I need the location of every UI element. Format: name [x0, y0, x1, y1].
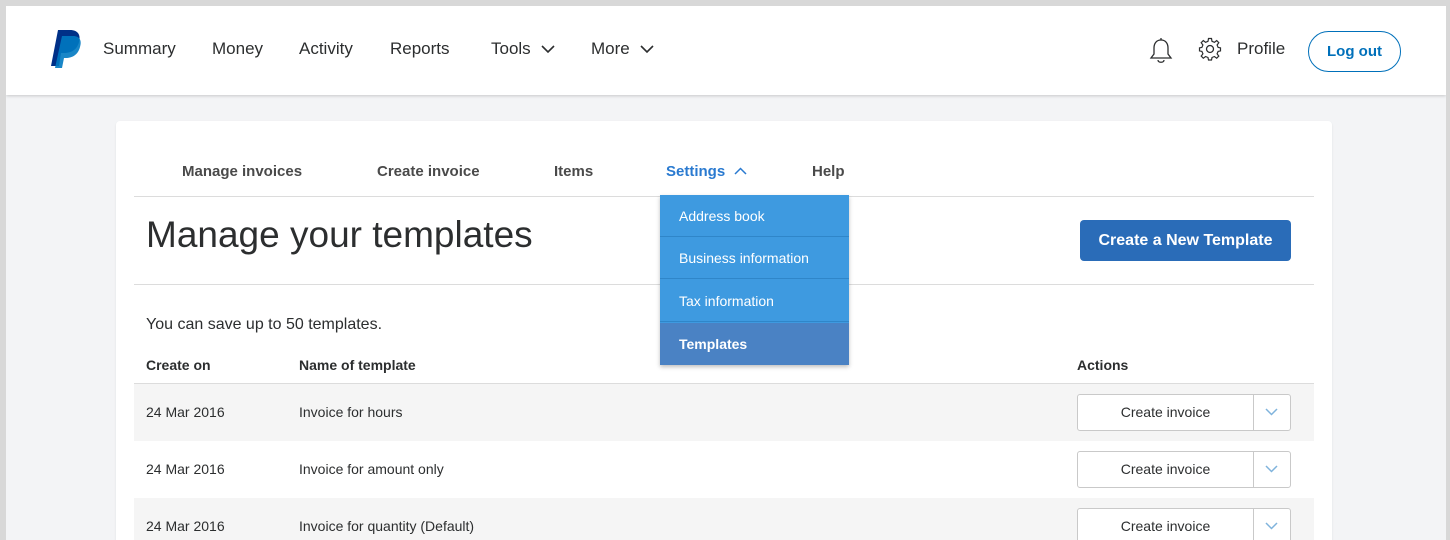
create-invoice-button[interactable]: Create invoice — [1078, 452, 1254, 487]
nav-tools-label: Tools — [491, 39, 531, 58]
header-template-name: Name of template — [299, 357, 416, 373]
settings-dropdown-menu: Address book Business information Tax in… — [660, 195, 849, 365]
chevron-down-icon — [1265, 465, 1278, 473]
table-row: 24 Mar 2016 Invoice for amount only Crea… — [134, 441, 1314, 498]
table-row: 24 Mar 2016 Invoice for hours Create inv… — [134, 384, 1314, 441]
header-actions: Actions — [1077, 357, 1129, 373]
tab-create-invoice[interactable]: Create invoice — [377, 163, 480, 180]
chevron-down-icon — [640, 45, 655, 54]
nav-reports[interactable]: Reports — [390, 39, 450, 59]
row-template-name: Invoice for quantity (Default) — [299, 518, 475, 534]
logout-button[interactable]: Log out — [1308, 31, 1401, 72]
chevron-up-icon — [734, 167, 747, 175]
gear-icon[interactable] — [1198, 37, 1222, 61]
row-date: 24 Mar 2016 — [146, 461, 225, 477]
nav-more[interactable]: More — [591, 39, 655, 59]
profile-link[interactable]: Profile — [1237, 39, 1285, 59]
row-date: 24 Mar 2016 — [146, 404, 225, 420]
row-date: 24 Mar 2016 — [146, 518, 225, 534]
paypal-logo-icon[interactable] — [48, 28, 82, 68]
app-window: Summary Money Activity Reports Tools Mor… — [6, 6, 1446, 540]
nav-summary[interactable]: Summary — [103, 39, 176, 59]
chevron-down-icon — [1265, 522, 1278, 530]
actions-dropdown-toggle[interactable] — [1254, 452, 1290, 487]
chevron-down-icon — [1265, 408, 1278, 416]
top-navigation: Summary Money Activity Reports Tools Mor… — [6, 6, 1446, 95]
tab-manage-invoices[interactable]: Manage invoices — [182, 163, 302, 180]
chevron-down-icon — [541, 45, 555, 54]
create-invoice-button[interactable]: Create invoice — [1078, 509, 1254, 540]
invoice-subnav: Manage invoices Create invoice Items Set… — [134, 121, 1314, 197]
row-template-name: Invoice for amount only — [299, 461, 444, 477]
create-invoice-split-button: Create invoice — [1077, 394, 1291, 431]
menu-item-templates[interactable]: Templates — [660, 323, 849, 365]
create-invoice-button[interactable]: Create invoice — [1078, 395, 1254, 430]
actions-dropdown-toggle[interactable] — [1254, 395, 1290, 430]
create-invoice-split-button: Create invoice — [1077, 451, 1291, 488]
tab-settings-label: Settings — [666, 163, 726, 180]
create-invoice-split-button: Create invoice — [1077, 508, 1291, 540]
header-created-on: Create on — [146, 357, 211, 373]
nav-activity[interactable]: Activity — [299, 39, 353, 59]
tab-settings[interactable]: Settings — [666, 163, 747, 180]
menu-item-address-book[interactable]: Address book — [660, 195, 849, 237]
nav-money[interactable]: Money — [212, 39, 263, 59]
template-limit-note: You can save up to 50 templates. — [146, 316, 383, 333]
create-new-template-button[interactable]: Create a New Template — [1080, 220, 1291, 261]
actions-dropdown-toggle[interactable] — [1254, 509, 1290, 540]
tab-help[interactable]: Help — [812, 163, 845, 180]
menu-item-tax-information[interactable]: Tax information — [660, 280, 849, 322]
page-title: Manage your templates — [146, 214, 533, 255]
nav-tools[interactable]: Tools — [491, 39, 555, 59]
nav-more-label: More — [591, 39, 630, 58]
menu-item-business-information[interactable]: Business information — [660, 237, 849, 279]
bell-icon[interactable] — [1149, 37, 1173, 65]
row-template-name: Invoice for hours — [299, 404, 403, 420]
tab-items[interactable]: Items — [554, 163, 593, 180]
table-row: 24 Mar 2016 Invoice for quantity (Defaul… — [134, 498, 1314, 540]
